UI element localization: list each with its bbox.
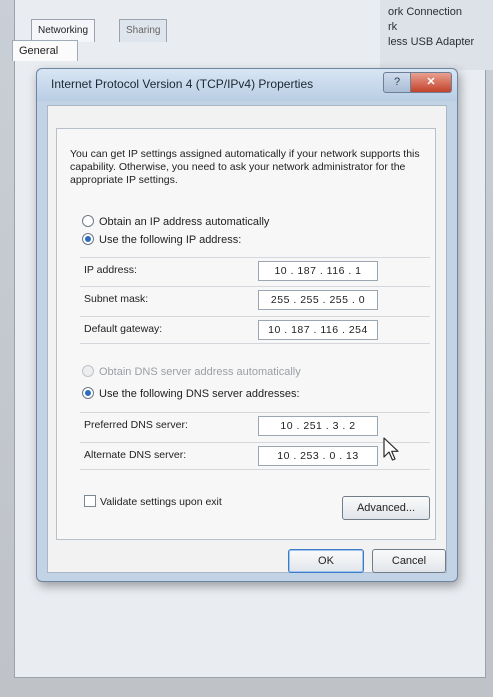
dialog-title: Internet Protocol Version 4 (TCP/IPv4) P… [51,77,314,91]
subnet-mask-field[interactable]: 255 . 255 . 255 . 0 [258,290,378,310]
background-device-line: rk [388,21,398,33]
obtain-dns-auto-label: Obtain DNS server address automatically [99,366,301,378]
description-text: You can get IP settings assigned automat… [70,148,420,186]
mouse-pointer-icon [383,437,399,461]
dialog-titlebar[interactable]: Internet Protocol Version 4 (TCP/IPv4) P… [37,69,457,101]
radio-unchecked-icon [82,215,94,228]
obtain-ip-auto-radio[interactable]: Obtain an IP address automatically [82,215,270,232]
ip-address-field[interactable]: 10 . 187 . 116 . 1 [258,261,378,281]
use-following-ip-label: Use the following IP address: [99,234,242,246]
tab-sharing[interactable]: Sharing [119,19,168,42]
background-device-line: ork Connection [388,6,462,18]
validate-settings-checkbox[interactable]: Validate settings upon exit [84,495,222,508]
use-following-ip-radio[interactable]: Use the following IP address: [82,233,242,250]
radio-checked-icon [82,233,94,246]
ip-address-row: IP address: 10 . 187 . 116 . 1 [80,257,430,284]
preferred-dns-label: Preferred DNS server: [84,419,188,431]
ip-address-label: IP address: [84,264,137,276]
alternate-dns-label: Alternate DNS server: [84,449,187,461]
subnet-mask-label: Subnet mask: [84,293,149,305]
preferred-dns-field[interactable]: 10 . 251 . 3 . 2 [258,416,378,436]
alternate-dns-row: Alternate DNS server: 10 . 253 . 0 . 13 [80,442,430,470]
subnet-mask-row: Subnet mask: 255 . 255 . 255 . 0 [80,286,430,313]
tab-networking[interactable]: Networking [31,19,96,42]
default-gateway-field[interactable]: 10 . 187 . 116 . 254 [258,320,378,340]
tab-general[interactable]: General [12,40,78,61]
use-following-dns-radio[interactable]: Use the following DNS server addresses: [82,387,300,404]
close-button[interactable]: ✕ [410,72,452,93]
checkbox-icon [84,495,96,508]
default-gateway-row: Default gateway: 10 . 187 . 116 . 254 [80,316,430,344]
default-gateway-label: Default gateway: [84,323,163,335]
radio-checked-icon [82,387,94,400]
use-following-dns-label: Use the following DNS server addresses: [99,388,300,400]
ok-button[interactable]: OK [288,549,364,573]
alternate-dns-field[interactable]: 10 . 253 . 0 . 13 [258,446,378,466]
preferred-dns-row: Preferred DNS server: 10 . 251 . 3 . 2 [80,412,430,439]
obtain-dns-auto-radio[interactable]: Obtain DNS server address automatically [82,365,301,382]
radio-disabled-icon [82,365,94,378]
obtain-ip-auto-label: Obtain an IP address automatically [99,216,270,228]
validate-settings-label: Validate settings upon exit [100,496,222,508]
help-button[interactable]: ? [383,72,411,93]
background-device-line: less USB Adapter [388,36,475,48]
cancel-button[interactable]: Cancel [372,549,446,573]
advanced-button[interactable]: Advanced... [342,496,430,520]
